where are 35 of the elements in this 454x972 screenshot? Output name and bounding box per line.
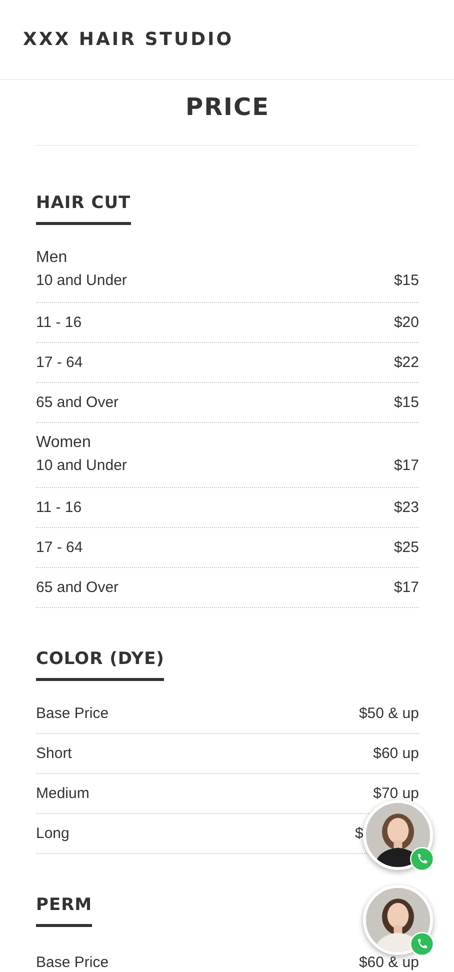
price: $20 [394,314,419,331]
price: $15 [394,394,419,411]
service-name: 10 and Under [36,272,127,289]
site-logo[interactable]: XXX HAIR STUDIO [23,29,234,50]
price: $17 [394,579,419,596]
service-name: 11 - 16 [36,314,82,331]
section-heading: PERM [36,894,92,927]
price: $15 [394,272,419,289]
price: $50 & up [358,705,419,722]
contact-avatar[interactable] [363,885,433,955]
service-name: Base Price [36,705,109,722]
service-name: 17 - 64 [36,539,83,556]
service-name: 17 - 64 [36,354,83,371]
price: $60 up [373,745,419,762]
section-heading: HAIR CUT [36,192,131,225]
service-name: Base Price [36,954,109,971]
group-label: Women [36,433,92,453]
service-name: Medium [36,785,90,802]
page-title: PRICE [184,92,270,123]
service-name: 65 and Over [36,394,119,411]
service-name: 65 and Over [36,579,119,596]
price: $70 up [373,785,419,802]
group-label: Men [36,248,68,268]
price: $25 [394,539,419,556]
price: $23 [394,499,419,516]
price: $17 [394,457,419,474]
service-name: Short [36,745,72,762]
contact-avatar[interactable] [363,800,433,870]
price: $60 & up [358,954,419,971]
service-name: 11 - 16 [36,499,82,516]
price: $22 [394,354,419,371]
section-heading: COLOR (DYE) [36,648,164,681]
price: $ [355,825,364,842]
service-name: Long [36,825,70,842]
service-name: 10 and Under [36,457,127,474]
